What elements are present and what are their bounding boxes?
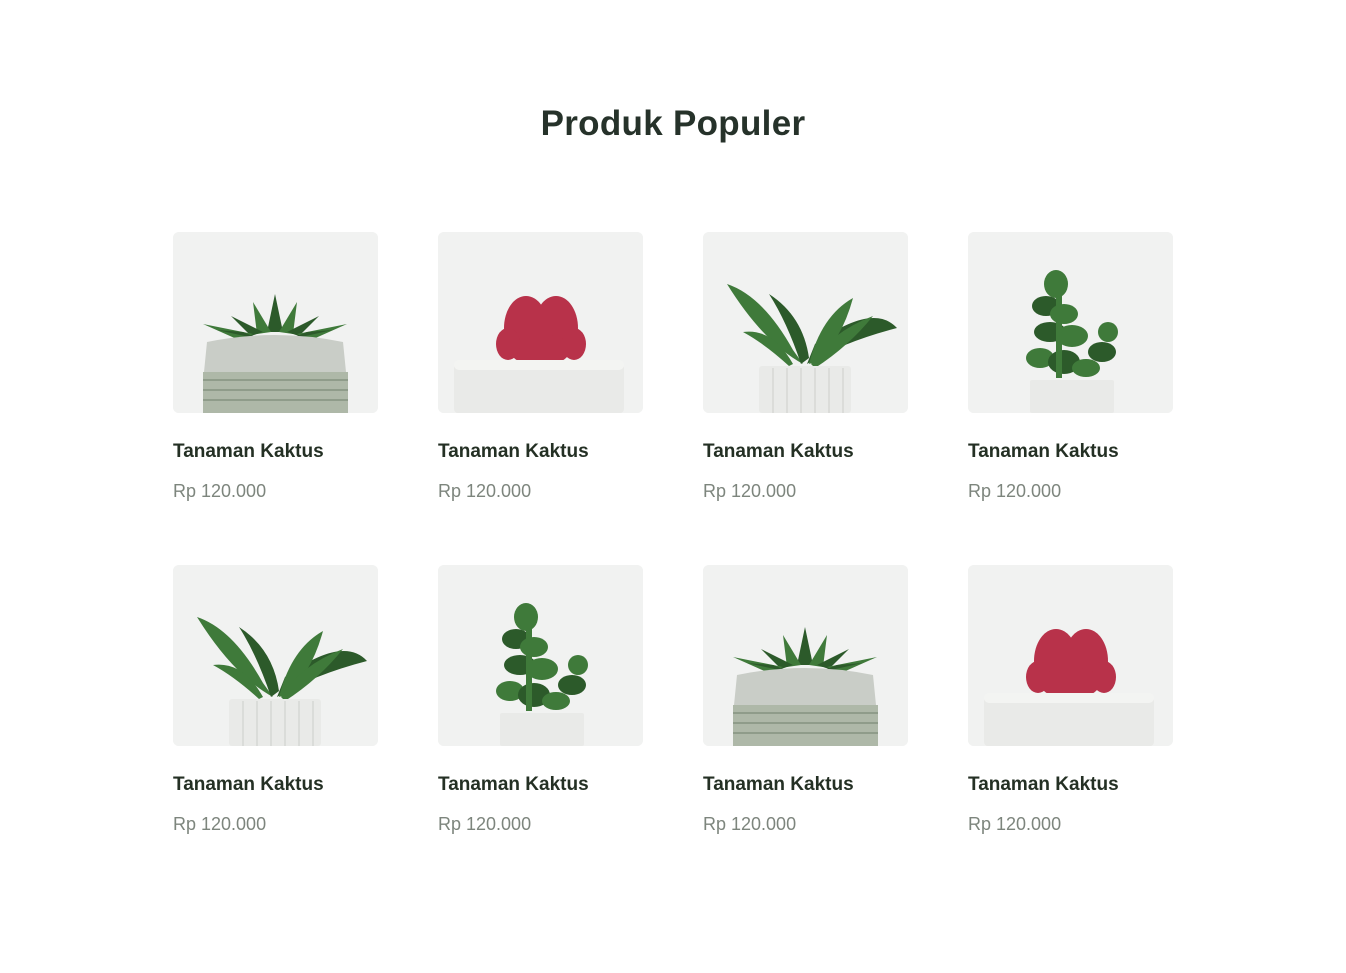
- product-card[interactable]: Tanaman Kaktus Rp 120.000: [173, 565, 378, 834]
- product-image[interactable]: [968, 565, 1173, 746]
- product-price: Rp 120.000: [703, 481, 797, 501]
- product-name[interactable]: Tanaman Kaktus: [703, 413, 908, 463]
- agave-round-pot-icon: [173, 232, 378, 413]
- product-card[interactable]: Tanaman Kaktus Rp 120.000: [438, 232, 643, 501]
- product-card[interactable]: Tanaman Kaktus Rp 120.000: [968, 565, 1173, 834]
- product-name[interactable]: Tanaman Kaktus: [173, 413, 378, 463]
- product-price: Rp 120.000: [438, 481, 532, 501]
- tall-succulent-pot-icon: [438, 565, 643, 746]
- product-name[interactable]: Tanaman Kaktus: [703, 746, 908, 796]
- red-cactus-pot-icon: [438, 232, 643, 413]
- product-price: Rp 120.000: [173, 814, 267, 834]
- product-name[interactable]: Tanaman Kaktus: [173, 746, 378, 796]
- product-card[interactable]: Tanaman Kaktus Rp 120.000: [703, 232, 908, 501]
- product-card[interactable]: Tanaman Kaktus Rp 120.000: [438, 565, 643, 834]
- red-cactus-pot-icon: [968, 565, 1173, 746]
- product-name[interactable]: Tanaman Kaktus: [438, 413, 643, 463]
- product-name[interactable]: Tanaman Kaktus: [438, 746, 643, 796]
- product-image[interactable]: [703, 565, 908, 746]
- product-image[interactable]: [173, 232, 378, 413]
- product-image[interactable]: [173, 565, 378, 746]
- product-price: Rp 120.000: [438, 814, 532, 834]
- product-price: Rp 120.000: [968, 814, 1062, 834]
- product-price: Rp 120.000: [173, 481, 267, 501]
- product-card[interactable]: Tanaman Kaktus Rp 120.000: [703, 565, 908, 834]
- agave-round-pot-icon: [703, 565, 908, 746]
- product-price: Rp 120.000: [703, 814, 797, 834]
- product-price: Rp 120.000: [968, 481, 1062, 501]
- product-card[interactable]: Tanaman Kaktus Rp 120.000: [968, 232, 1173, 501]
- product-name[interactable]: Tanaman Kaktus: [968, 413, 1173, 463]
- leafy-succulent-pot-icon: [703, 232, 908, 413]
- tall-succulent-pot-icon: [968, 232, 1173, 413]
- product-image[interactable]: [968, 232, 1173, 413]
- product-card[interactable]: Tanaman Kaktus Rp 120.000: [173, 232, 378, 501]
- product-image[interactable]: [438, 232, 643, 413]
- product-image[interactable]: [438, 565, 643, 746]
- leafy-succulent-pot-icon: [173, 565, 378, 746]
- product-name[interactable]: Tanaman Kaktus: [968, 746, 1173, 796]
- section-title: Produk Populer: [540, 104, 806, 143]
- product-grid: Tanaman Kaktus Rp 120.000 Tanaman Kaktus…: [173, 232, 1173, 834]
- product-image[interactable]: [703, 232, 908, 413]
